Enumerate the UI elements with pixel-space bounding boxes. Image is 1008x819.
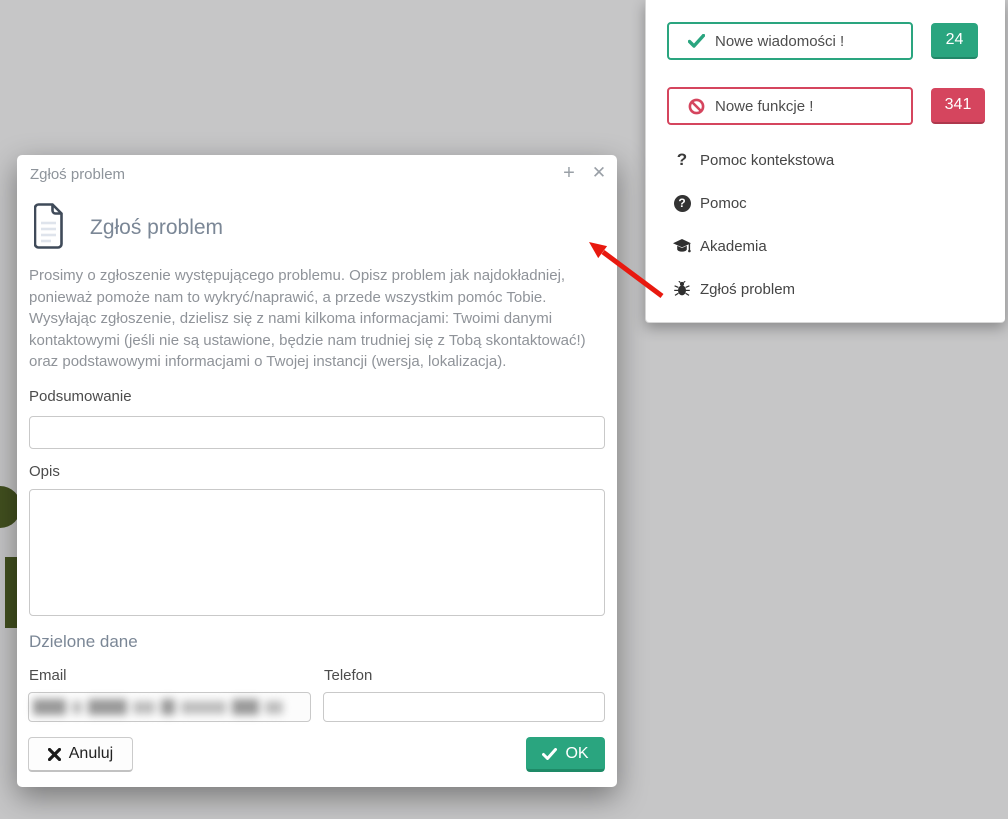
summary-input[interactable]: [29, 416, 605, 449]
menu-item-help[interactable]: ? Pomoc: [646, 188, 1005, 218]
dialog-heading: Zgłoś problem: [90, 216, 223, 240]
dialog-window-title: Zgłoś problem: [30, 166, 125, 183]
menu-item-label: Pomoc kontekstowa: [700, 152, 834, 169]
cancel-button-label: Anuluj: [69, 745, 113, 763]
new-messages-button[interactable]: Nowe wiadomości !: [667, 22, 913, 60]
messages-count-badge: 24: [931, 23, 978, 59]
menu-item-academy[interactable]: Akademia: [646, 231, 1005, 261]
summary-label: Podsumowanie: [29, 388, 132, 405]
description-label: Opis: [29, 463, 60, 480]
new-features-button[interactable]: Nowe funkcje !: [667, 87, 913, 125]
dimmed-page-background: { "colors": { "accent_green": "#2aa57f",…: [0, 0, 1008, 819]
ok-button-label: OK: [565, 745, 588, 763]
question-circle-icon: ?: [672, 193, 692, 213]
document-icon: [34, 203, 64, 254]
new-messages-label: Nowe wiadomości !: [715, 33, 844, 50]
menu-item-label: Pomoc: [700, 195, 747, 212]
help-menu-panel: Nowe wiadomości ! 24 Nowe funkcje ! 341 …: [645, 0, 1005, 323]
new-features-label: Nowe funkcje !: [715, 98, 813, 115]
description-textarea[interactable]: [29, 489, 605, 616]
menu-item-label: Zgłoś problem: [700, 281, 795, 298]
email-input[interactable]: [28, 692, 311, 722]
menu-item-label: Akademia: [700, 238, 767, 255]
menu-item-context-help[interactable]: ? Pomoc kontekstowa: [646, 145, 1005, 175]
features-count-badge: 341: [931, 88, 985, 124]
ok-button[interactable]: OK: [526, 737, 605, 772]
menu-item-report-problem[interactable]: Zgłoś problem: [646, 274, 1005, 304]
question-icon: ?: [672, 150, 692, 170]
shared-data-heading: Dzielone dane: [29, 632, 138, 652]
telefon-input[interactable]: [323, 692, 605, 722]
maximize-icon[interactable]: +: [559, 163, 579, 183]
graduation-cap-icon: [672, 236, 692, 256]
email-label: Email: [29, 667, 67, 684]
dialog-description: Prosimy o zgłoszenie występującego probl…: [29, 265, 607, 373]
bug-icon: [672, 279, 692, 299]
check-icon: [542, 748, 557, 760]
x-icon: [48, 748, 61, 761]
cancel-button[interactable]: Anuluj: [28, 737, 133, 772]
check-icon: [687, 32, 705, 50]
telefon-label: Telefon: [324, 667, 372, 684]
close-icon[interactable]: ✕: [589, 163, 609, 183]
report-problem-dialog: Zgłoś problem + ✕ Zgłoś problem Prosimy …: [17, 155, 617, 787]
block-icon: [687, 97, 705, 115]
